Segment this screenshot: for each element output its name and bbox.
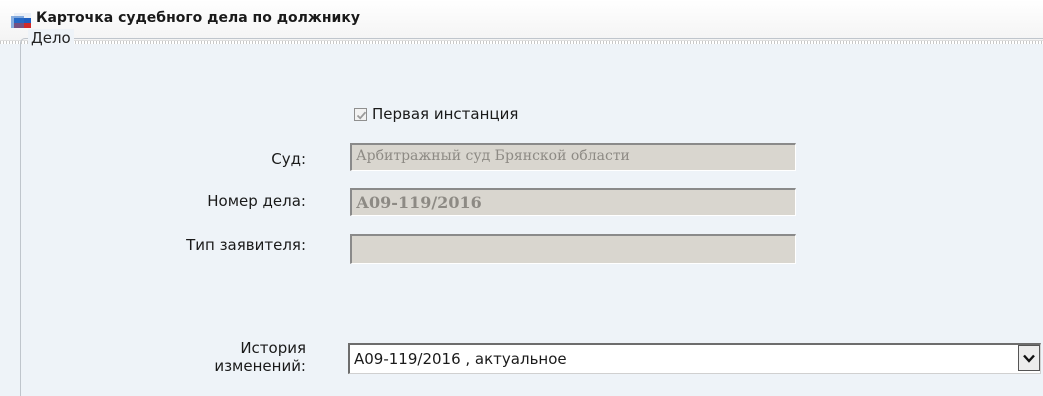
case-groupbox-legend: Дело (28, 29, 74, 47)
history-label-line1: История (240, 339, 306, 357)
window-title: Карточка судебного дела по должнику (36, 10, 360, 26)
checkbox-box[interactable] (354, 107, 367, 121)
first-instance-checkbox[interactable]: Первая инстанция (354, 104, 518, 124)
title-bar: Карточка судебного дела по должнику (0, 0, 1043, 40)
court-field: Арбитражный суд Брянской области (350, 143, 796, 171)
app-flag-icon (10, 12, 32, 29)
first-instance-label: Первая инстанция (372, 105, 519, 123)
history-select-value: А09-119/2016 , актуальное (354, 350, 567, 368)
court-label: Суд: (271, 150, 306, 168)
case-card-window: Карточка судебного дела по должнику Дело… (0, 0, 1043, 396)
history-select[interactable]: А09-119/2016 , актуальное (348, 343, 1041, 374)
applicant-type-field (350, 234, 796, 264)
history-label-line2: изменений: (214, 357, 306, 375)
checkmark-icon (356, 111, 367, 120)
case-number-field: А09-119/2016 (350, 188, 796, 216)
applicant-type-label: Тип заявителя: (186, 236, 306, 254)
history-dropdown-button[interactable] (1018, 345, 1040, 371)
case-number-label: Номер дела: (207, 192, 306, 210)
chevron-down-icon (1023, 354, 1035, 363)
history-label: История изменений: (214, 339, 306, 375)
